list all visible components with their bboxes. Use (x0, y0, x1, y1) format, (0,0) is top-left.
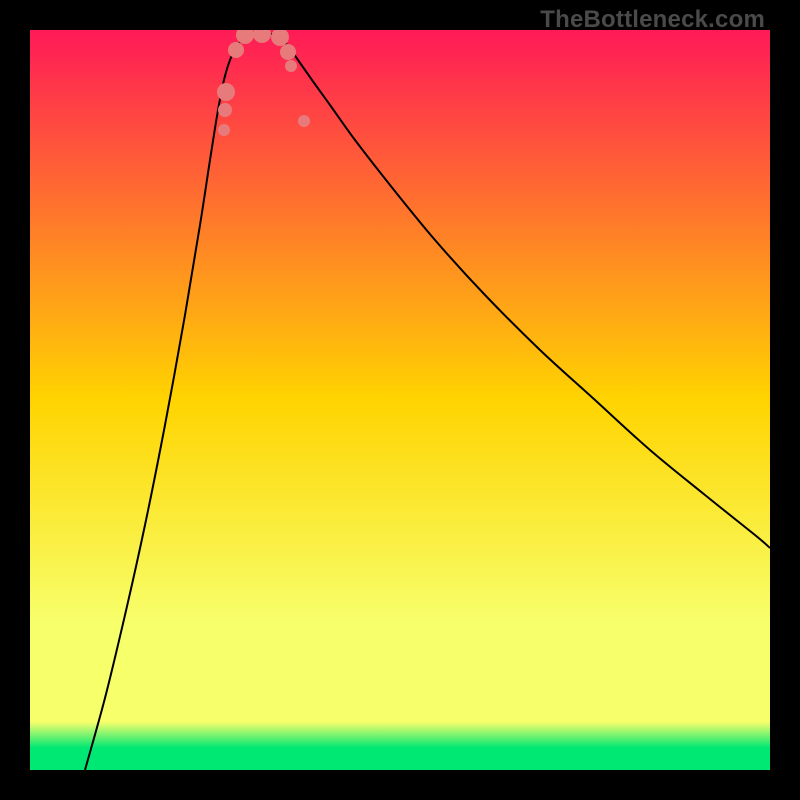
data-marker (228, 42, 244, 58)
plot-area (30, 30, 770, 770)
chart-frame: { "watermark": "TheBottleneck.com", "col… (0, 0, 800, 800)
data-marker (280, 44, 296, 60)
gradient-background (30, 30, 770, 770)
data-marker (217, 83, 235, 101)
data-marker (218, 103, 232, 117)
data-marker (285, 60, 297, 72)
data-marker (218, 124, 230, 136)
data-marker (298, 115, 310, 127)
chart-svg (30, 30, 770, 770)
